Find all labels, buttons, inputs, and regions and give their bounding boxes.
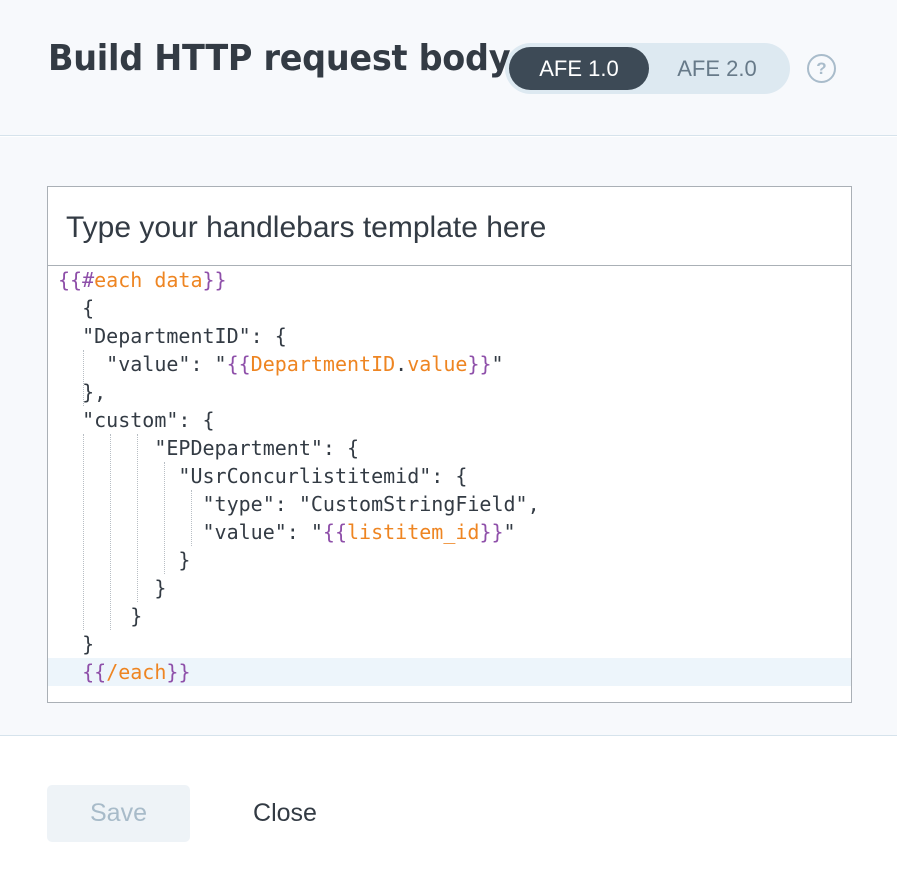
code-line: "value": "{{listitem_id}}" [58, 520, 516, 544]
code-line: {{#each data}} [58, 268, 227, 292]
code-line: "DepartmentID": { [58, 324, 287, 348]
code-area[interactable]: {{#each data}} { "DepartmentID": { "valu… [48, 266, 851, 702]
help-icon[interactable]: ? [807, 54, 836, 83]
code-line: "type": "CustomStringField", [58, 492, 540, 516]
afe-version-toggle[interactable]: AFE 1.0 AFE 2.0 [505, 43, 790, 94]
code-line: { [58, 296, 95, 320]
code-line: }, [58, 380, 107, 404]
code-line: "UsrConcurlistitemid": { [58, 464, 468, 488]
code-line-active: {{/each}} [48, 658, 851, 686]
code-line: } [58, 632, 95, 656]
code-line: "custom": { [58, 408, 215, 432]
editor-placeholder: Type your handlebars template here [66, 211, 547, 244]
code-line: } [58, 548, 191, 572]
save-button[interactable]: Save [47, 785, 190, 842]
code-line: "EPDepartment": { [58, 436, 360, 460]
page-title: Build HTTP request body [48, 38, 511, 79]
modal-header: Build HTTP request body AFE 1.0 AFE 2.0 … [0, 0, 897, 136]
code-line: } [58, 576, 167, 600]
editor-header: Type your handlebars template here [48, 187, 851, 266]
code-line: "value": "{{DepartmentID.value}}" [58, 352, 504, 376]
toggle-option-afe-2[interactable]: AFE 2.0 [647, 47, 787, 90]
toggle-option-afe-1[interactable]: AFE 1.0 [509, 47, 649, 90]
code-line: } [58, 604, 143, 628]
template-editor[interactable]: Type your handlebars template here {{#ea… [47, 186, 852, 703]
close-button[interactable]: Close [232, 785, 338, 842]
